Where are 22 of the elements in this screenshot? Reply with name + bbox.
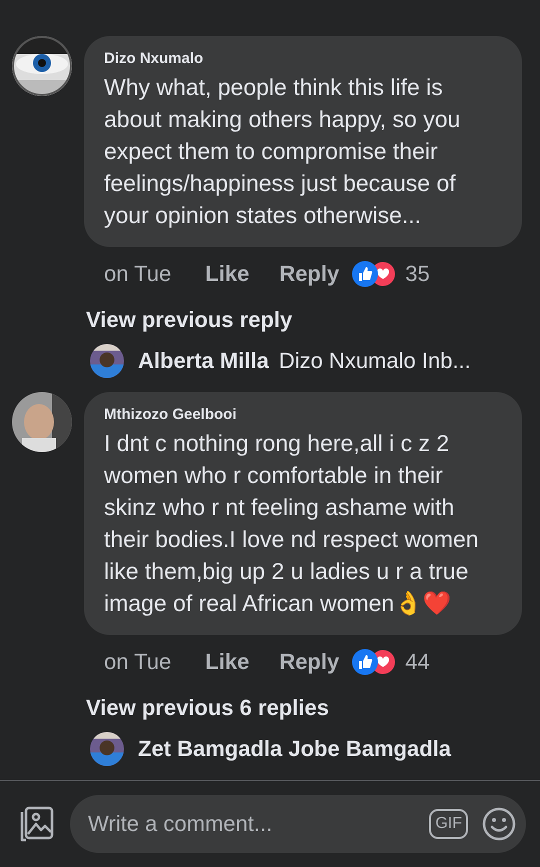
reply-button[interactable]: Reply — [279, 649, 340, 675]
comment-text: Why what, people think this life is about making others happy, so you expect them to compromise their feelings/happiness just because of your opinion states otherwise... — [104, 73, 462, 230]
like-button[interactable]: Like — [205, 649, 250, 675]
comment-time: on Tue — [104, 649, 172, 675]
emoji-icon[interactable] — [482, 807, 516, 841]
reply-button[interactable]: Reply — [279, 261, 340, 287]
view-replies-link[interactable]: View previous 6 replies — [86, 689, 329, 726]
reply-author[interactable]: Zet Bamgadla Jobe Bamgadla — [138, 736, 451, 762]
comment-text: I dnt c nothing rong here,all i c z 2 women who r comfortable in their skinz who r nt feeling ashame with their bodies.I love nd respect women like them,big up 2 u ladies u r a true image of real African women👌❤ — [104, 429, 480, 618]
reply-author[interactable]: Alberta Milla — [138, 348, 269, 374]
comment-author: Mthizozo Geelbooi — [104, 406, 238, 423]
reply-preview-text[interactable]: Dizo Nxumalo Inb... — [278, 348, 471, 374]
view-replies-link[interactable]: View previous reply — [86, 301, 292, 338]
reaction-count: 44 — [405, 649, 430, 675]
reaction-icons — [351, 648, 398, 676]
comment-input[interactable]: Write a comment... GIF — [70, 795, 526, 853]
gif-button[interactable]: GIF — [429, 809, 468, 839]
like-button[interactable]: Like — [205, 261, 250, 287]
comment-time: on Tue — [104, 261, 172, 287]
reaction-count: 35 — [405, 261, 430, 287]
reaction-icons — [351, 260, 398, 288]
comment-author: Dizo Nxumalo — [104, 50, 204, 67]
